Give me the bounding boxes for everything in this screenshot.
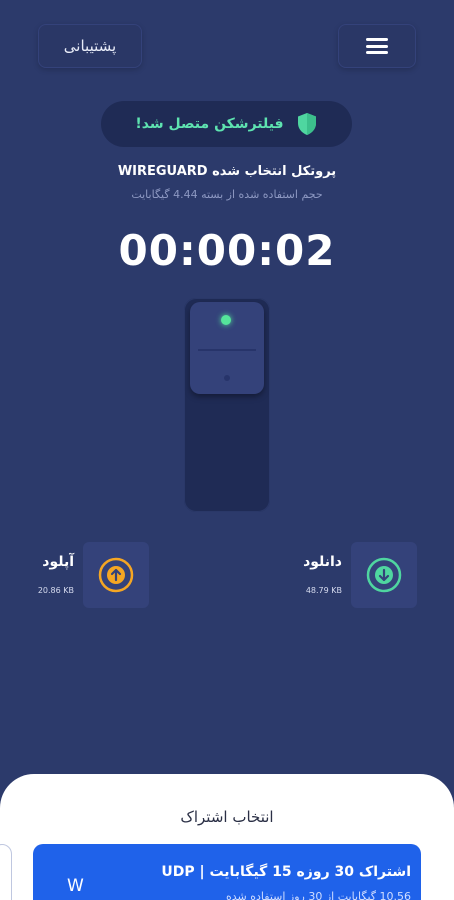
support-button[interactable]: پشتیبانی (38, 24, 142, 68)
connection-status-pill: فیلترشکن متصل شد! (101, 101, 352, 147)
hamburger-menu-icon (366, 38, 388, 54)
download-label: دانلود (303, 554, 342, 570)
plan-subtitle: 10.56 گیگابایت از 30 روز استفاده شده (226, 890, 411, 900)
arrow-down-circle-icon (366, 557, 402, 593)
shield-icon (297, 113, 316, 135)
plan-protocol-badge: W (67, 876, 84, 896)
upload-indicator (83, 542, 149, 608)
status-text: فیلترشکن متصل شد! (135, 116, 284, 132)
sheet-title: انتخاب اشتراک (180, 808, 274, 826)
status-led-icon (221, 315, 231, 325)
arrow-up-circle-icon (98, 557, 134, 593)
upload-label: آپلود (42, 554, 74, 570)
knob-divider (198, 349, 256, 351)
download-value: 48.79 KB (305, 586, 342, 595)
knob-dot (224, 375, 230, 381)
download-indicator (351, 542, 417, 608)
protocol-text: پروتکل انتخاب شده WIREGUARD (117, 164, 337, 179)
connection-timer: 00:00:02 (118, 226, 336, 275)
plan-title: اشتراک 30 روزه 15 گیگابایت | UDP (161, 864, 411, 880)
previous-plan-card[interactable] (0, 844, 12, 900)
menu-button[interactable] (338, 24, 416, 68)
upload-value: 20.86 KB (37, 586, 74, 595)
support-label: پشتیبانی (63, 37, 117, 55)
usage-text: حجم استفاده شده از بسته 4.44 گیگابایت (131, 188, 323, 201)
plan-card[interactable]: اشتراک 30 روزه 15 گیگابایت | UDP 10.56 گ… (33, 844, 421, 900)
vpn-app-screen: پشتیبانی فیلترشکن متصل شد! پروتکل انتخاب… (0, 0, 454, 900)
